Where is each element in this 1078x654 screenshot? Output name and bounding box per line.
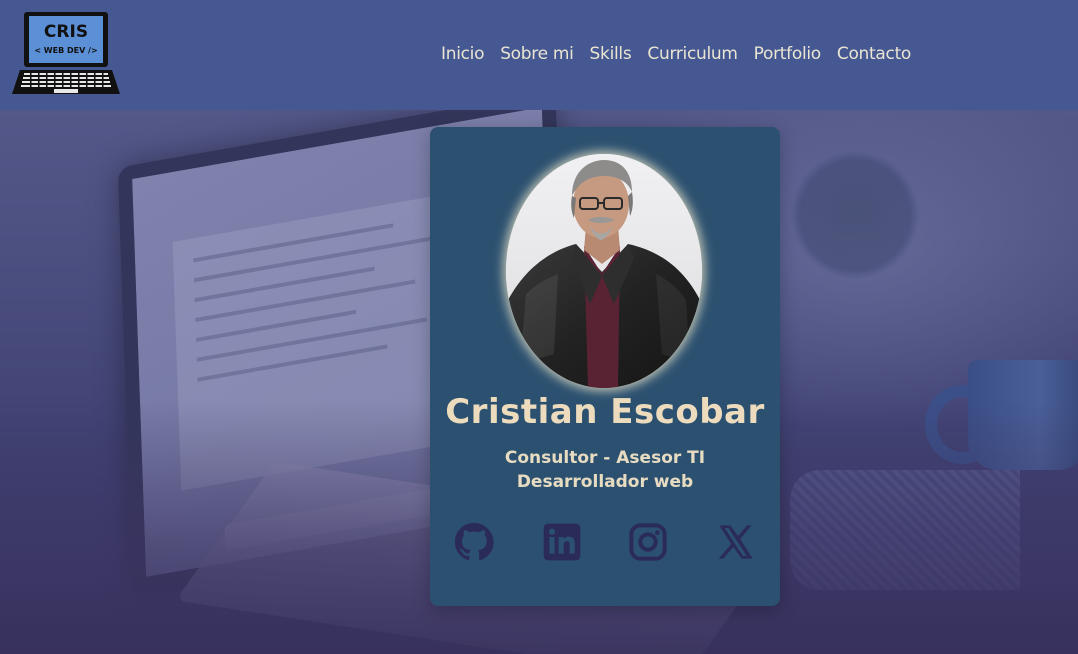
x-link[interactable] xyxy=(714,520,758,564)
nav-link-inicio[interactable]: Inicio xyxy=(433,40,492,68)
laptop-logo-icon: CRIS < WEB DEV /> xyxy=(12,12,120,94)
instagram-icon xyxy=(629,523,667,561)
profile-role-secondary: Desarrollador web xyxy=(516,472,694,492)
github-icon xyxy=(454,522,494,561)
social-links xyxy=(452,520,762,564)
github-link[interactable] xyxy=(452,520,496,564)
nav-link-skills[interactable]: Skills xyxy=(582,40,640,68)
main-nav: Inicio Sobre mi Skills Curriculum Portfo… xyxy=(433,40,919,68)
linkedin-link[interactable] xyxy=(540,520,584,564)
nav-link-contacto[interactable]: Contacto xyxy=(829,40,919,68)
site-header: CRIS < WEB DEV /> Inicio Sobre mi Skills… xyxy=(0,0,1078,110)
linkedin-icon xyxy=(543,523,581,561)
logo-text-sub: < WEB DEV /> xyxy=(34,46,97,55)
site-logo[interactable]: CRIS < WEB DEV /> xyxy=(10,10,122,98)
logo-text-main: CRIS xyxy=(44,22,88,42)
profile-photo xyxy=(506,154,702,388)
nav-link-curriculum[interactable]: Curriculum xyxy=(639,40,745,68)
x-icon xyxy=(718,525,753,559)
profile-role-primary: Consultor - Asesor TI xyxy=(504,448,706,468)
nav-link-portfolio[interactable]: Portfolio xyxy=(746,40,829,68)
profile-name: Cristian Escobar xyxy=(445,392,765,432)
nav-link-sobre-mi[interactable]: Sobre mi xyxy=(492,40,581,68)
background-plant xyxy=(790,150,920,280)
instagram-link[interactable] xyxy=(626,520,670,564)
portrait-illustration xyxy=(506,154,702,388)
profile-card: Cristian Escobar Consultor - Asesor TI D… xyxy=(430,127,780,606)
